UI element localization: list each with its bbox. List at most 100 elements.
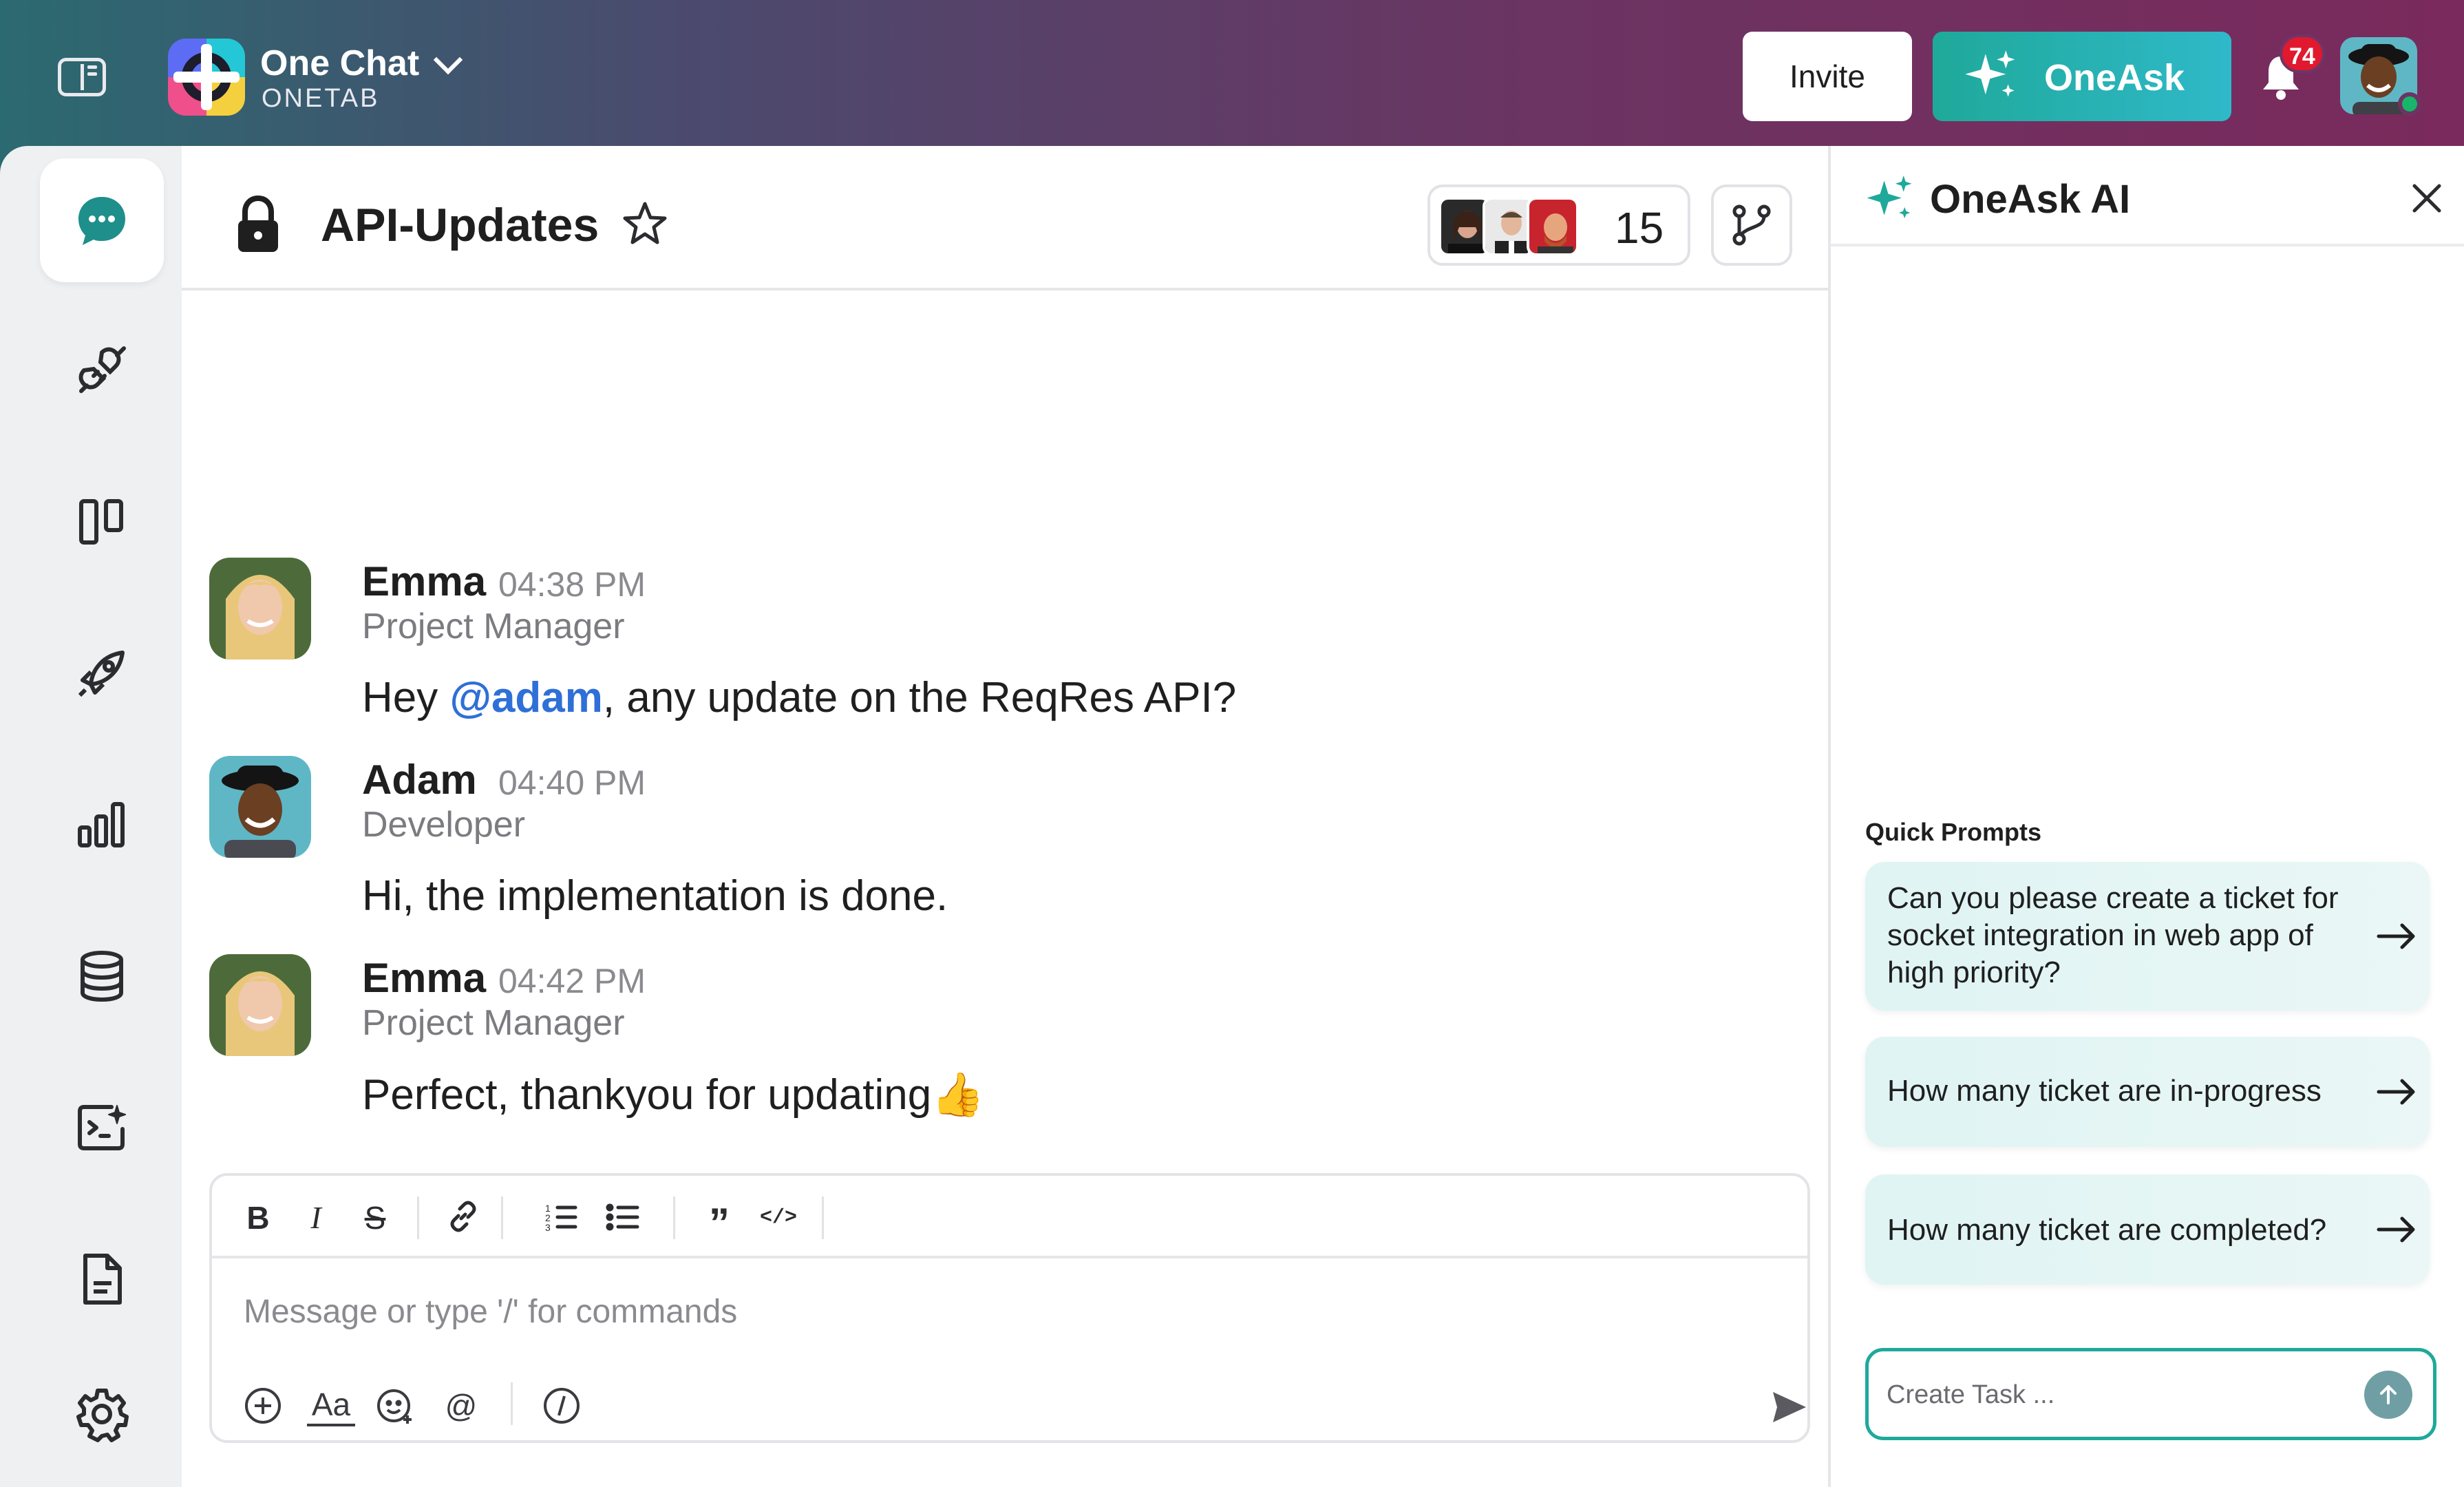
bullet-list-icon [606,1203,639,1231]
create-task-input[interactable] [1887,1372,2355,1417]
members-button[interactable]: 15 [1427,184,1690,266]
message-author[interactable]: Emma [362,558,486,605]
message-author[interactable]: Adam [362,756,477,803]
workspace-subtitle: ONETAB [262,84,380,113]
message-item: Emma 04:42 PM Project Manager Perfect, t… [209,954,1792,1133]
arrow-up-icon [2380,1385,2397,1404]
gear-icon [76,1389,129,1442]
mention-button[interactable]: @ [440,1385,482,1426]
link-button[interactable] [445,1199,482,1236]
arrow-right-icon [2377,1216,2415,1243]
send-icon[interactable] [1770,1388,1809,1426]
message-avatar-adam[interactable] [209,756,311,858]
terminal-sparkle-icon [78,1105,126,1150]
oneask-button-label: OneAsk [2044,57,2185,98]
message-role: Developer [362,805,526,845]
message-text: Hey @adam, any update on the ReqRes API? [362,674,1237,721]
invite-button[interactable]: Invite [1743,32,1912,121]
message-input[interactable]: Message or type '/' for commands [244,1293,737,1331]
create-task-field [1865,1348,2436,1440]
message-composer: B I S 1 2 3 ” </> Message or type '/' fo… [209,1173,1810,1443]
slash-circle-icon [544,1388,580,1424]
code-button[interactable]: </> [760,1199,797,1236]
ordered-list-button[interactable]: 1 2 3 [542,1199,580,1236]
rocket-icon [78,651,125,697]
panel-title: OneAsk AI [1930,177,2131,222]
slash-command-button[interactable] [541,1385,582,1426]
formatting-toolbar: B I S 1 2 3 ” </> [212,1176,1807,1258]
quick-prompts-label: Quick Prompts [1865,818,2042,846]
quick-prompt-text: How many ticket are in-progress [1887,1074,2322,1108]
nav-launch[interactable] [40,611,164,735]
online-status-dot [2398,92,2421,116]
board-icon [79,499,123,545]
bold-button[interactable]: B [240,1199,277,1236]
quick-prompt-text: How many ticket are completed? [1887,1213,2327,1247]
nav-documents[interactable] [40,1217,164,1341]
quick-prompt-card[interactable]: How many ticket are in-progress [1865,1037,2430,1147]
sidebar-toggle-icon[interactable] [58,58,106,96]
message-time: 04:42 PM [498,962,646,1000]
quick-prompt-card[interactable]: How many ticket are completed? [1865,1174,2430,1285]
git-branch-icon [1732,204,1771,246]
plus-circle-icon [245,1388,281,1424]
submit-task-button[interactable] [2364,1371,2412,1419]
nav-ai-terminal[interactable] [40,1066,164,1190]
app-logo [168,39,245,116]
sparkle-icon [1867,175,1912,219]
code-icon: </> [760,1206,798,1230]
quick-prompt-card[interactable]: Can you please create a ticket for socke… [1865,862,2430,1011]
lock-icon [238,195,278,252]
quote-button[interactable]: ” [701,1199,738,1246]
nav-chat[interactable] [40,158,164,282]
arrow-right-icon [2377,1079,2415,1105]
sparkle-icon [1965,50,2015,97]
message-item: Emma 04:38 PM Project Manager Hey @adam,… [209,558,1792,737]
message-time: 04:38 PM [498,565,646,604]
emoji-button[interactable] [374,1385,416,1426]
thread-branch-button[interactable] [1711,184,1792,266]
nav-database[interactable] [40,914,164,1038]
ordered-list-icon: 1 2 3 [545,1203,577,1233]
quote-icon: ” [709,1200,730,1246]
arrow-right-icon [2377,923,2415,949]
emoji-add-icon [377,1389,412,1424]
quick-prompt-text: Can you please create a ticket for socke… [1887,881,2339,989]
message-item: Adam 04:40 PM Developer Hi, the implemen… [209,756,1792,935]
chat-bubble-icon [78,197,125,245]
add-attachment-button[interactable] [242,1385,284,1426]
italic-button[interactable]: I [297,1199,334,1236]
message-avatar-emma[interactable] [209,954,311,1056]
nav-board[interactable] [40,460,164,584]
panel-header: OneAsk AI [1831,146,2464,246]
user-mention[interactable]: @adam [449,674,602,721]
chat-area: API-Updates 15 Emma 04:38 PM Project Man… [182,146,1828,1487]
message-role: Project Manager [362,1003,625,1043]
message-text: Perfect, thankyou for updating👍 [362,1071,985,1119]
message-time: 04:40 PM [498,763,646,802]
channel-header: API-Updates 15 [182,146,1828,291]
star-icon[interactable] [621,200,669,248]
database-icon [81,951,123,1002]
svg-text:3: 3 [545,1222,551,1233]
bar-chart-icon [78,802,125,847]
message-role: Project Manager [362,607,625,646]
member-avatar [1527,197,1579,256]
text-style-button[interactable]: Aa [307,1385,355,1426]
nav-analytics[interactable] [40,763,164,887]
workspace-name[interactable]: One Chat [260,43,419,84]
strikethrough-button[interactable]: S [357,1199,394,1236]
link-icon [450,1201,476,1232]
member-count: 15 [1615,203,1664,253]
message-avatar-emma[interactable] [209,558,311,660]
nav-integrations[interactable] [40,308,164,432]
chevron-down-icon[interactable] [433,45,463,75]
bullet-list-button[interactable] [604,1199,641,1236]
message-author[interactable]: Emma [362,954,486,1002]
left-nav [0,146,182,1487]
close-icon[interactable] [2406,178,2447,219]
oneask-panel: OneAsk AI Quick Prompts Can you please c… [1828,146,2464,1487]
oneask-button[interactable]: OneAsk [1933,32,2231,121]
document-icon [83,1254,122,1305]
nav-settings[interactable] [40,1352,164,1476]
